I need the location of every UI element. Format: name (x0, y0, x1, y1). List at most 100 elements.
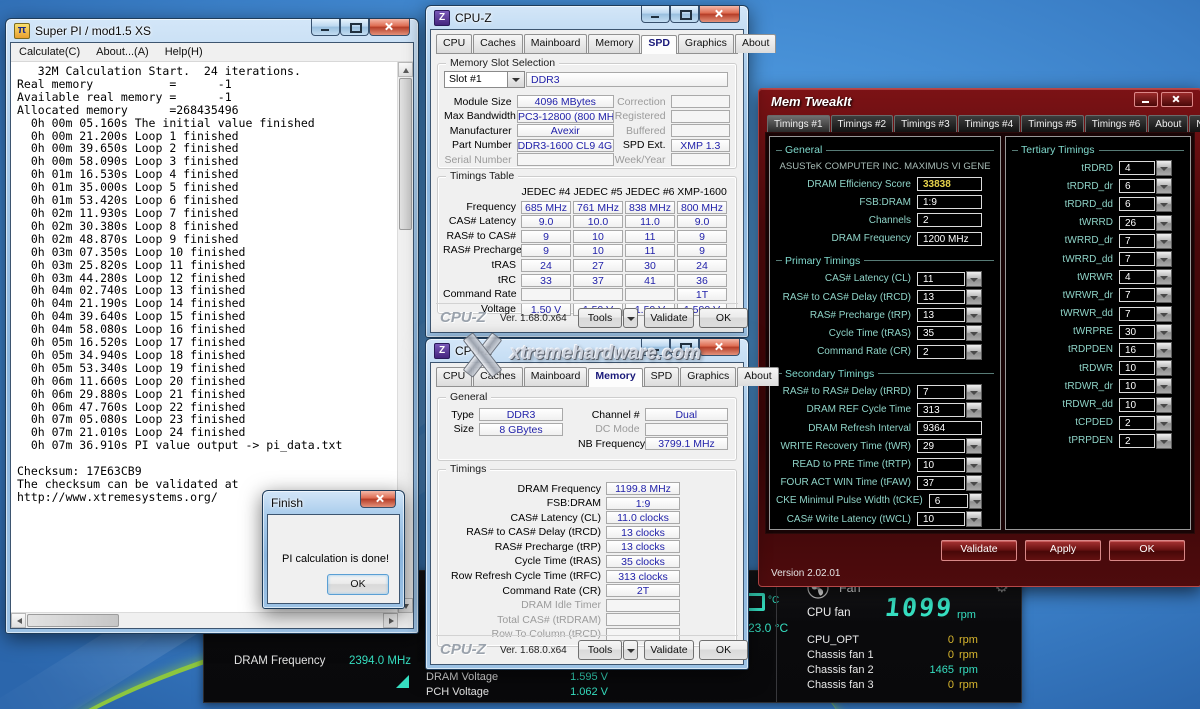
mtk-value-box[interactable]: 7 (1119, 234, 1155, 248)
horizontal-scroll-thumb[interactable] (27, 614, 119, 627)
dropdown-button[interactable] (966, 325, 982, 341)
tools-button[interactable]: Tools (578, 640, 622, 660)
validate-button[interactable]: Validate (941, 540, 1017, 561)
tab-about[interactable]: About (737, 367, 778, 386)
dropdown-button[interactable] (1156, 397, 1172, 413)
minimize-button[interactable] (641, 6, 670, 23)
dropdown-button[interactable] (1156, 251, 1172, 267)
mtk-value-box[interactable]: 7 (1119, 288, 1155, 302)
slot-selector[interactable]: Slot #1 (444, 71, 525, 88)
dropdown-button[interactable] (966, 271, 982, 287)
dropdown-button[interactable] (1156, 178, 1172, 194)
mtk-value-box[interactable]: 35 (917, 326, 965, 340)
mtk-value-box[interactable]: 7 (917, 385, 965, 399)
mtk-tab-about[interactable]: About (1148, 115, 1188, 132)
tab-caches[interactable]: Caches (473, 367, 523, 386)
validate-button[interactable]: Validate (644, 308, 694, 328)
dropdown-button[interactable] (1156, 324, 1172, 340)
ok-button[interactable]: OK (699, 308, 748, 328)
tab-cpu[interactable]: CPU (436, 34, 472, 53)
mtk-value-box[interactable]: 6 (1119, 197, 1155, 211)
horizontal-scrollbar[interactable] (11, 612, 398, 628)
mtk-value-box[interactable]: 2 (1119, 434, 1155, 448)
mtk-tab-timings-6[interactable]: Timings #6 (1085, 115, 1148, 132)
close-button[interactable] (699, 6, 740, 23)
maximize-button[interactable] (670, 6, 699, 23)
dropdown-button[interactable] (1156, 287, 1172, 303)
dropdown-button[interactable] (1156, 433, 1172, 449)
dropdown-button[interactable] (1156, 233, 1172, 249)
mtk-value-box[interactable]: 4 (1119, 270, 1155, 284)
scroll-left-button[interactable] (11, 613, 26, 628)
close-button[interactable] (360, 491, 396, 508)
tab-mainboard[interactable]: Mainboard (524, 34, 588, 53)
scroll-up-button[interactable] (398, 62, 413, 77)
mtk-tab-timings-4[interactable]: Timings #4 (958, 115, 1021, 132)
mtk-value-box[interactable]: 10 (917, 512, 965, 526)
tab-graphics[interactable]: Graphics (678, 34, 734, 53)
tab-memory[interactable]: Memory (588, 368, 642, 387)
mtk-value-box[interactable]: 7 (1119, 252, 1155, 266)
mtk-value-box[interactable]: 30 (1119, 325, 1155, 339)
mtk-value-box[interactable]: 2 (917, 345, 965, 359)
tools-dropdown-button[interactable] (623, 640, 638, 660)
tab-spd[interactable]: SPD (641, 35, 677, 54)
maximize-button[interactable] (670, 339, 699, 356)
dropdown-button[interactable] (966, 344, 982, 360)
mtk-value-box[interactable]: 26 (1119, 216, 1155, 230)
mtk-value-box[interactable]: 10 (1119, 379, 1155, 393)
dropdown-button[interactable] (1156, 415, 1172, 431)
mtk-value-box[interactable]: 13 (917, 290, 965, 304)
validate-button[interactable]: Validate (644, 640, 694, 660)
tab-cpu[interactable]: CPU (436, 367, 472, 386)
dropdown-button[interactable] (966, 438, 982, 454)
tab-about[interactable]: About (735, 34, 776, 53)
tab-spd[interactable]: SPD (644, 367, 680, 386)
dropdown-button[interactable] (1156, 196, 1172, 212)
mtk-tab-timings-5[interactable]: Timings #5 (1021, 115, 1084, 132)
mtk-value-box[interactable]: 4 (1119, 161, 1155, 175)
mtk-tab-timings-1[interactable]: Timings #1 (767, 115, 830, 132)
panel-resize-triangle[interactable] (396, 675, 409, 688)
mtk-value-box[interactable]: 10 (1119, 361, 1155, 375)
mtk-value-box[interactable]: 29 (917, 439, 965, 453)
dropdown-button[interactable] (1156, 215, 1172, 231)
ok-button[interactable]: OK (327, 574, 389, 595)
menu-help[interactable]: Help(H) (157, 46, 211, 58)
mtk-value-box[interactable]: 10 (917, 458, 965, 472)
ok-button[interactable]: OK (699, 640, 748, 660)
dropdown-button[interactable] (966, 511, 982, 527)
mtk-value-box[interactable]: 313 (917, 403, 965, 417)
dropdown-button[interactable] (1156, 269, 1172, 285)
dropdown-button[interactable] (966, 402, 982, 418)
mtk-value-box[interactable]: 7 (1119, 307, 1155, 321)
dropdown-button[interactable] (1156, 360, 1172, 376)
mtk-value-box[interactable]: 2 (1119, 416, 1155, 430)
mtk-tab-notice[interactable]: Notice (1189, 115, 1200, 132)
mtk-value-box[interactable]: 10 (1119, 398, 1155, 412)
minimize-button[interactable] (641, 339, 670, 356)
mtk-value-box[interactable]: 6 (1119, 179, 1155, 193)
apply-button[interactable]: Apply (1025, 540, 1101, 561)
dropdown-button[interactable] (1156, 160, 1172, 176)
mtk-value-box[interactable]: 13 (917, 308, 965, 322)
menu-about[interactable]: About...(A) (88, 46, 157, 58)
vertical-scroll-thumb[interactable] (399, 78, 412, 230)
dropdown-button[interactable] (966, 289, 982, 305)
close-button[interactable] (699, 339, 740, 356)
dropdown-button[interactable] (966, 457, 982, 473)
tab-graphics[interactable]: Graphics (680, 367, 736, 386)
tab-memory[interactable]: Memory (588, 34, 640, 53)
dropdown-button[interactable] (966, 475, 982, 491)
maximize-button[interactable] (340, 19, 369, 36)
minimize-button[interactable] (311, 19, 340, 36)
close-button[interactable] (369, 19, 410, 36)
tools-button[interactable]: Tools (578, 308, 622, 328)
close-button[interactable] (1161, 92, 1193, 107)
mtk-tab-timings-2[interactable]: Timings #2 (831, 115, 894, 132)
tools-dropdown-button[interactable] (623, 308, 638, 328)
dropdown-button[interactable] (1156, 306, 1172, 322)
mtk-value-box[interactable]: 6 (929, 494, 968, 508)
minimize-button[interactable] (1134, 92, 1158, 107)
tab-mainboard[interactable]: Mainboard (524, 367, 588, 386)
